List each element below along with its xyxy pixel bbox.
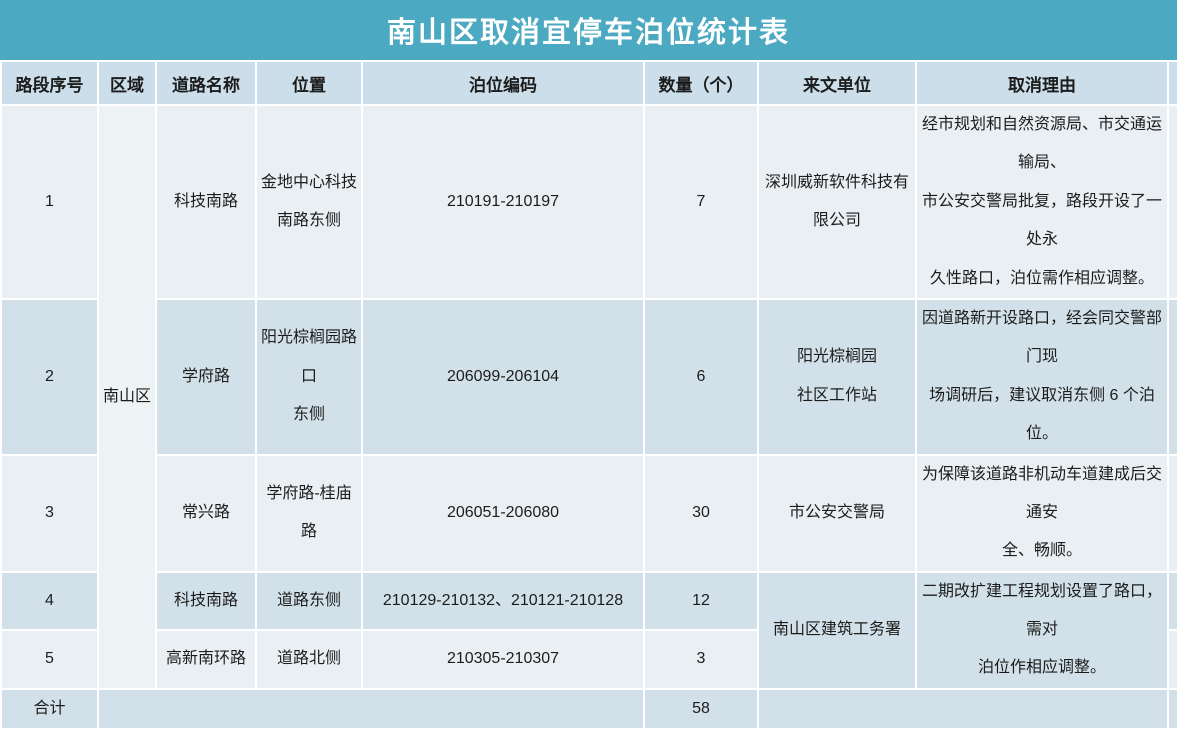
total-empty-cell bbox=[758, 689, 1168, 729]
cell-unit: 深圳威新软件科技有 限公司 bbox=[758, 105, 916, 299]
title-band: 南山区取消宜停车泊位统计表 bbox=[0, 0, 1177, 60]
total-label: 合计 bbox=[1, 689, 98, 729]
cell-qty: 12 bbox=[644, 572, 758, 630]
cell-seq: 5 bbox=[1, 630, 98, 689]
cell-region-merged: 南山区 bbox=[98, 105, 156, 689]
edge-sliver bbox=[1168, 299, 1177, 455]
cell-codes: 210191-210197 bbox=[362, 105, 644, 299]
edge-sliver bbox=[1168, 105, 1177, 299]
cell-codes: 206099-206104 bbox=[362, 299, 644, 455]
column-header-road: 道路名称 bbox=[156, 61, 256, 105]
total-empty-cell bbox=[98, 689, 644, 729]
total-qty: 58 bbox=[644, 689, 758, 729]
column-header-reason: 取消理由 bbox=[916, 61, 1168, 105]
column-header-codes: 泊位编码 bbox=[362, 61, 644, 105]
column-header-qty: 数量（个） bbox=[644, 61, 758, 105]
cell-road: 科技南路 bbox=[156, 105, 256, 299]
edge-sliver bbox=[1168, 689, 1177, 729]
cell-road: 常兴路 bbox=[156, 455, 256, 572]
cell-codes: 210129-210132、210121-210128 bbox=[362, 572, 644, 630]
edge-sliver bbox=[1168, 572, 1177, 630]
column-header-unit: 来文单位 bbox=[758, 61, 916, 105]
cell-position: 金地中心科技 南路东侧 bbox=[256, 105, 362, 299]
cell-unit: 阳光棕榈园 社区工作站 bbox=[758, 299, 916, 455]
column-header-region: 区域 bbox=[98, 61, 156, 105]
cell-seq: 4 bbox=[1, 572, 98, 630]
cell-seq: 1 bbox=[1, 105, 98, 299]
cell-position: 道路东侧 bbox=[256, 572, 362, 630]
table-row: 4 科技南路 道路东侧 210129-210132、210121-210128 … bbox=[1, 572, 1177, 630]
total-row: 合计 58 bbox=[1, 689, 1177, 729]
cell-seq: 2 bbox=[1, 299, 98, 455]
cell-position: 学府路-桂庙路 bbox=[256, 455, 362, 572]
cell-unit-merged: 南山区建筑工务署 bbox=[758, 572, 916, 689]
cell-reason: 因道路新开设路口，经会同交警部门现 场调研后，建议取消东侧 6 个泊位。 bbox=[916, 299, 1168, 455]
cell-position: 阳光棕榈园路 口 东侧 bbox=[256, 299, 362, 455]
cell-qty: 30 bbox=[644, 455, 758, 572]
header-row: 路段序号 区域 道路名称 位置 泊位编码 数量（个） 来文单位 取消理由 bbox=[1, 61, 1177, 105]
cell-reason-merged: 二期改扩建工程规划设置了路口，需对 泊位作相应调整。 bbox=[916, 572, 1168, 689]
cell-seq: 3 bbox=[1, 455, 98, 572]
cell-qty: 3 bbox=[644, 630, 758, 689]
cell-unit: 市公安交警局 bbox=[758, 455, 916, 572]
column-header-seq: 路段序号 bbox=[1, 61, 98, 105]
cell-reason: 经市规划和自然资源局、市交通运输局、 市公安交警局批复，路段开设了一处永 久性路… bbox=[916, 105, 1168, 299]
edge-sliver bbox=[1168, 455, 1177, 572]
column-header-position: 位置 bbox=[256, 61, 362, 105]
parking-table: 路段序号 区域 道路名称 位置 泊位编码 数量（个） 来文单位 取消理由 1 南… bbox=[0, 60, 1177, 730]
edge-sliver bbox=[1168, 61, 1177, 105]
cell-road: 高新南环路 bbox=[156, 630, 256, 689]
edge-sliver bbox=[1168, 630, 1177, 689]
cell-codes: 206051-206080 bbox=[362, 455, 644, 572]
cell-position: 道路北侧 bbox=[256, 630, 362, 689]
cell-reason: 为保障该道路非机动车道建成后交通安 全、畅顺。 bbox=[916, 455, 1168, 572]
cell-road: 学府路 bbox=[156, 299, 256, 455]
table-row: 1 南山区 科技南路 金地中心科技 南路东侧 210191-210197 7 深… bbox=[1, 105, 1177, 299]
cell-qty: 6 bbox=[644, 299, 758, 455]
cell-qty: 7 bbox=[644, 105, 758, 299]
table-row: 2 学府路 阳光棕榈园路 口 东侧 206099-206104 6 阳光棕榈园 … bbox=[1, 299, 1177, 455]
table-row: 3 常兴路 学府路-桂庙路 206051-206080 30 市公安交警局 为保… bbox=[1, 455, 1177, 572]
cell-codes: 210305-210307 bbox=[362, 630, 644, 689]
page-title: 南山区取消宜停车泊位统计表 bbox=[387, 9, 790, 51]
cell-road: 科技南路 bbox=[156, 572, 256, 630]
